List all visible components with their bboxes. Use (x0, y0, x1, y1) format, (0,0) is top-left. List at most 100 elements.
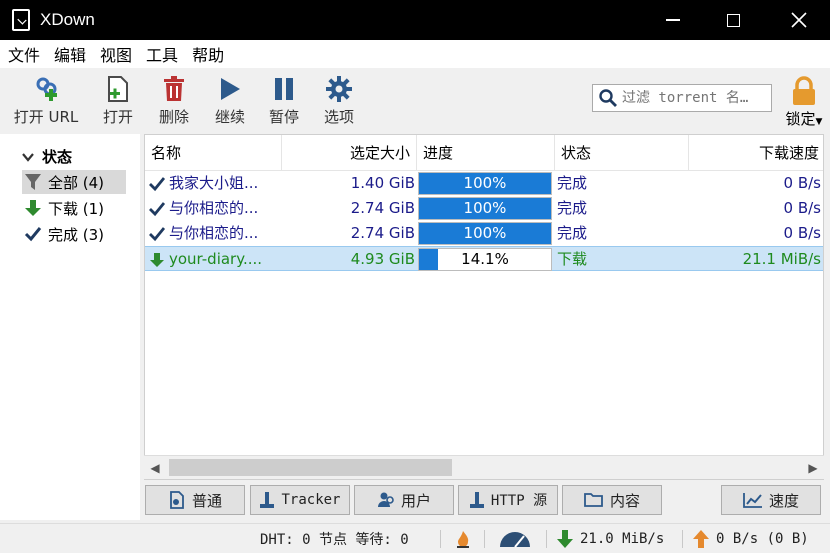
gear-icon (326, 76, 352, 102)
sidebar-item-all[interactable]: 全部 (4) (22, 170, 126, 194)
table-row[interactable]: 我家大小姐... 1.40 GiB 100% 完成 0 B/s (145, 171, 823, 196)
status-group-header[interactable]: 状态 (22, 146, 72, 167)
flame-icon (457, 531, 469, 548)
pause-icon (275, 78, 293, 100)
pause-label: 暂停 (268, 108, 299, 126)
name-cell: 与你相恋的... (149, 221, 277, 246)
sidebar-item-downloading[interactable]: 下载 (1) (22, 196, 126, 220)
divider (440, 530, 441, 548)
minimize-button[interactable] (644, 0, 702, 40)
menu-help[interactable]: 帮助 (192, 42, 224, 66)
tab-speed[interactable]: 速度 (721, 485, 821, 515)
close-icon (791, 12, 807, 28)
tab-peers[interactable]: 用户 (354, 485, 454, 515)
tab-http-sources[interactable]: HTTP 源 (458, 485, 558, 515)
divider (682, 530, 683, 548)
delete-button[interactable]: 删除 (154, 74, 194, 127)
torrent-size: 4.93 GiB (350, 250, 415, 268)
progress-bar: 100% (418, 197, 552, 220)
sidebar-item-label: 下载 (1) (48, 199, 105, 218)
table-row[interactable]: 与你相恋的... 2.74 GiB 100% 完成 0 B/s (145, 196, 823, 221)
open-url-button[interactable]: 打开 URL (12, 74, 80, 127)
column-status[interactable]: 状态 (555, 135, 689, 171)
torrent-state: 完成 (557, 224, 588, 242)
menu-file[interactable]: 文件 (8, 42, 40, 66)
torrent-state: 下载 (557, 250, 588, 268)
horizontal-scrollbar[interactable]: ◀ ▶ (144, 455, 824, 479)
menu-view[interactable]: 视图 (100, 42, 132, 66)
title-bar: XDown (0, 0, 830, 40)
window-title: XDown (40, 10, 95, 29)
down-arrow-icon (557, 530, 573, 548)
upload-rate-value: 0 B/s (0 B) (716, 531, 809, 547)
lock-icon (793, 76, 815, 105)
open-label: 打开 (102, 108, 133, 126)
trash-icon (164, 76, 184, 101)
options-button[interactable]: 选项 (318, 74, 360, 127)
divider (546, 530, 547, 548)
tab-tracker[interactable]: Tracker (250, 485, 350, 515)
speed-limit-toggle[interactable] (498, 524, 532, 553)
close-button[interactable] (770, 0, 828, 40)
torrent-state: 完成 (557, 174, 588, 192)
column-size[interactable]: 选定大小 (282, 135, 417, 171)
http-source-icon (469, 492, 484, 508)
lock-label: 锁定 (785, 110, 816, 128)
name-cell: your-diary.... (149, 247, 277, 272)
torrent-size: 1.40 GiB (350, 174, 415, 192)
search-input[interactable] (622, 90, 767, 106)
search-box[interactable] (592, 84, 772, 112)
progress-bar: 100% (418, 172, 552, 195)
sidebar-item-label: 完成 (3) (48, 225, 105, 244)
torrent-name: 与你相恋的... (169, 224, 259, 242)
column-progress[interactable]: 进度 (417, 135, 555, 171)
menu-tools[interactable]: 工具 (146, 42, 178, 66)
progress-text: 14.1% (461, 250, 509, 268)
minimize-icon (666, 19, 680, 21)
progress-bar: 14.1% (418, 248, 552, 271)
pause-button[interactable]: 暂停 (264, 74, 304, 127)
tab-http-sources-label: HTTP 源 (490, 493, 548, 509)
scroll-thumb[interactable] (169, 459, 452, 476)
progress-text: 100% (463, 199, 507, 217)
connection-status[interactable] (456, 524, 470, 553)
info-file-icon (170, 491, 184, 509)
status-bar: DHT: 0 节点 等待: 0 21.0 MiB/s 0 B/s (0 B) (0, 523, 830, 553)
torrent-name: 我家大小姐... (169, 174, 259, 192)
checkmark-icon (149, 201, 165, 216)
search-icon (599, 89, 617, 107)
torrent-name: your-diary.... (169, 250, 263, 268)
tab-general-label: 普通 (191, 491, 222, 510)
speedometer-icon (500, 532, 530, 548)
tab-content[interactable]: 内容 (562, 485, 662, 515)
download-rate[interactable]: 21.0 MiB/s (556, 524, 664, 553)
scroll-right-icon[interactable]: ▶ (802, 456, 824, 480)
tab-peers-label: 用户 (400, 491, 431, 510)
column-name[interactable]: 名称 (145, 135, 282, 171)
sidebar-item-completed[interactable]: 完成 (3) (22, 222, 126, 246)
table-row[interactable]: your-diary.... 4.93 GiB 14.1% 下载 21.1 Mi… (145, 246, 823, 272)
download-rate-value: 21.0 MiB/s (580, 531, 665, 547)
divider (484, 530, 485, 548)
lock-button[interactable]: 锁定▼ (782, 76, 826, 129)
torrent-size: 2.74 GiB (350, 224, 415, 242)
tab-general[interactable]: 普通 (145, 485, 245, 515)
delete-label: 删除 (158, 108, 189, 126)
open-button[interactable]: 打开 (98, 74, 138, 127)
scroll-left-icon[interactable]: ◀ (144, 456, 166, 480)
progress-text: 100% (463, 224, 507, 242)
tracker-icon (260, 492, 275, 508)
torrent-table: 名称 选定大小 进度 状态 下载速度 我家大小姐... 1.40 GiB 100… (144, 134, 824, 480)
upload-rate[interactable]: 0 B/s (0 B) (692, 524, 809, 553)
column-download-speed[interactable]: 下载速度 (689, 135, 823, 171)
menu-edit[interactable]: 编辑 (54, 42, 86, 66)
maximize-button[interactable] (704, 0, 762, 40)
filter-icon (25, 174, 41, 190)
table-row[interactable]: 与你相恋的... 2.74 GiB 100% 完成 0 B/s (145, 221, 823, 246)
name-cell: 我家大小姐... (149, 171, 277, 196)
checkmark-icon (149, 226, 165, 241)
resume-button[interactable]: 继续 (210, 74, 250, 127)
down-arrow-icon (25, 200, 41, 216)
download-speed: 0 B/s (783, 199, 821, 217)
dht-status: DHT: 0 节点 等待: 0 (260, 532, 409, 548)
